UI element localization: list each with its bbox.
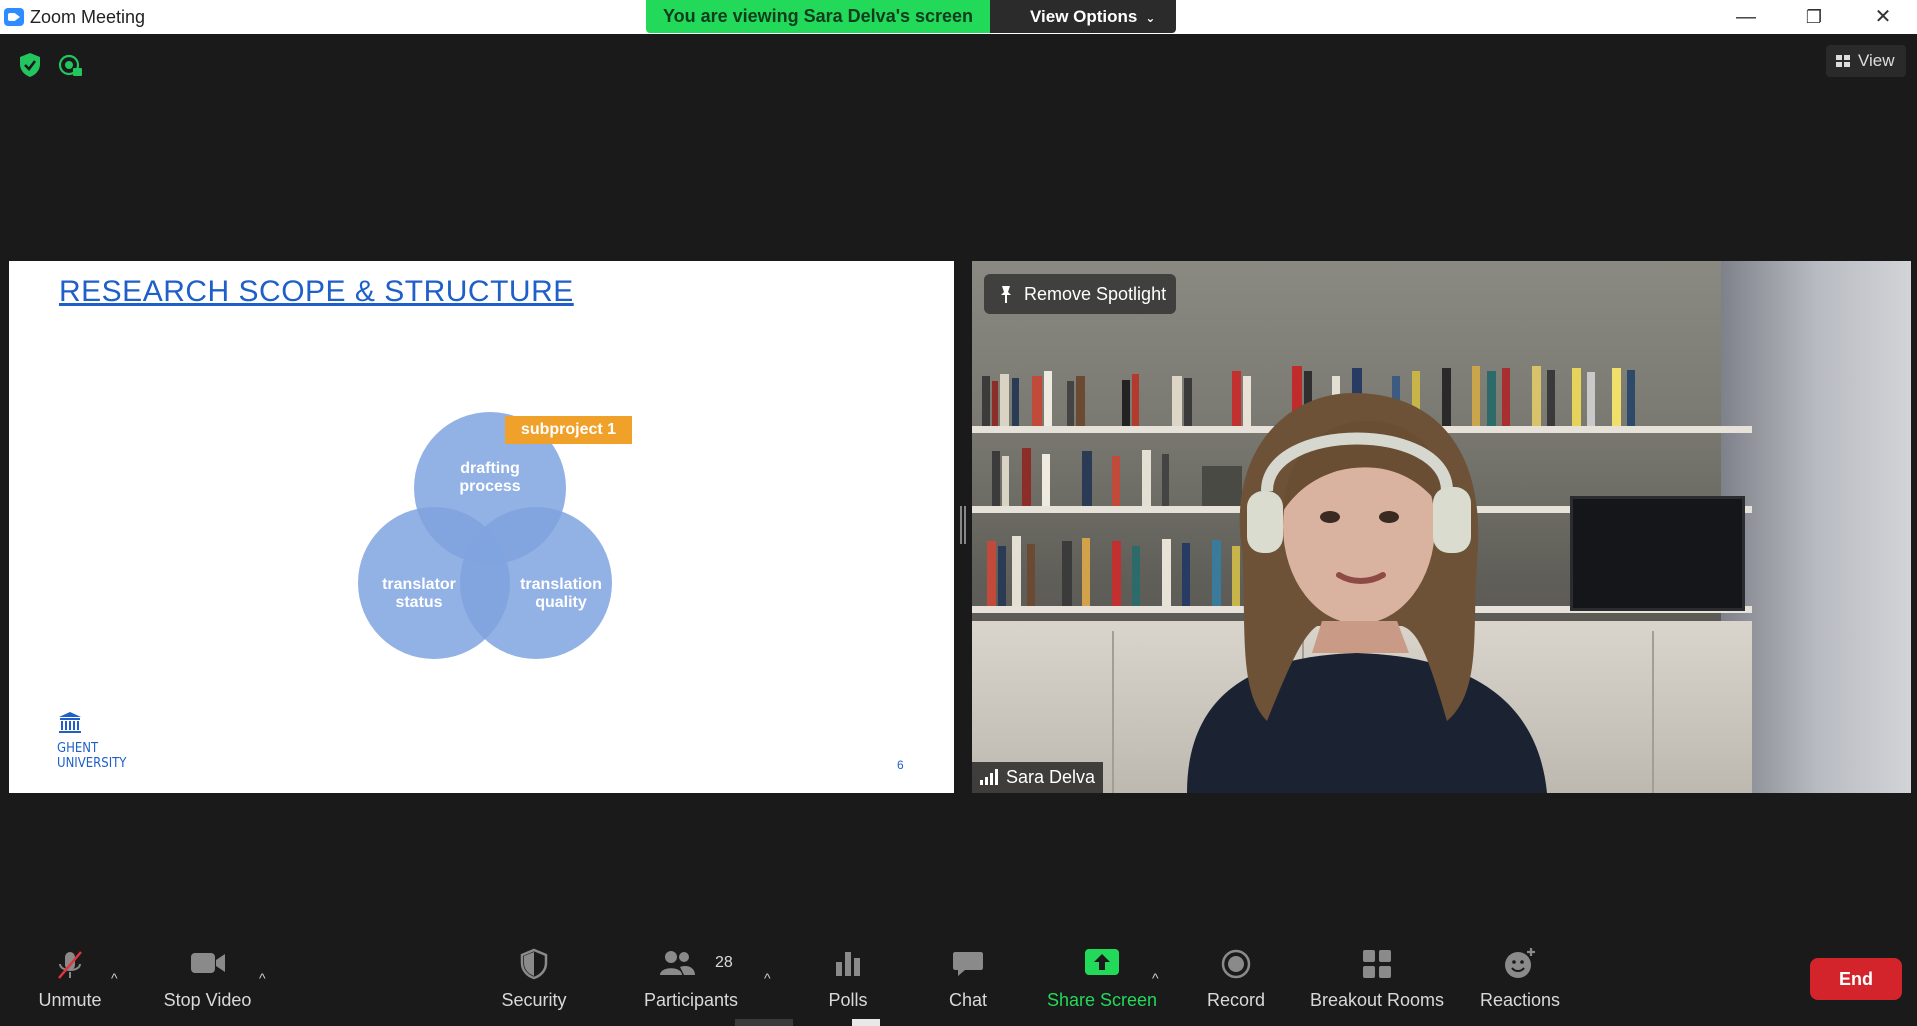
window-title: Zoom Meeting xyxy=(30,7,146,27)
shield-icon xyxy=(520,948,548,980)
venn-label-3a: translation xyxy=(520,576,602,593)
restore-button[interactable]: ❐ xyxy=(1780,0,1848,34)
record-icon xyxy=(1221,949,1251,979)
participants-count: 28 xyxy=(715,954,733,971)
audio-options-caret[interactable]: ^ xyxy=(111,970,118,986)
participants-label: Participants xyxy=(643,990,739,1010)
view-button[interactable]: View xyxy=(1826,45,1906,77)
video-camera-icon xyxy=(190,953,225,973)
record-label: Record xyxy=(1206,990,1266,1010)
toolbar-scroll-indicator[interactable] xyxy=(852,1019,880,1026)
breakout-rooms-button[interactable]: Breakout Rooms xyxy=(1302,928,1452,1026)
polls-icon xyxy=(836,952,860,976)
view-options-label: View Options xyxy=(1030,7,1138,26)
share-options-caret[interactable]: ^ xyxy=(1152,970,1159,986)
unmute-label: Unmute xyxy=(38,990,102,1010)
participant-nameplate: Sara Delva xyxy=(972,762,1104,793)
share-screen-button[interactable]: Share Screen xyxy=(1040,928,1164,1026)
remove-spotlight-label: Remove Spotlight xyxy=(1024,284,1167,304)
view-options-button[interactable]: View Options ⌄ xyxy=(990,0,1176,33)
venn-label-1b: process xyxy=(459,478,520,495)
university-logo-text: GHENT UNIVERSITY xyxy=(57,741,126,771)
end-meeting-button[interactable]: End xyxy=(1810,958,1902,1000)
screen-share-banner: You are viewing Sara Delva's screen View… xyxy=(646,0,1176,33)
participant-video[interactable] xyxy=(972,261,1911,793)
subproject-tag: subproject 1 xyxy=(505,416,632,444)
share-screen-icon xyxy=(1085,949,1119,975)
chevron-down-icon: ⌄ xyxy=(1145,11,1156,25)
security-label: Security xyxy=(501,990,567,1010)
polls-button[interactable]: Polls xyxy=(808,928,888,1026)
breakout-rooms-icon xyxy=(1363,950,1391,978)
participants-options-caret[interactable]: ^ xyxy=(764,970,771,986)
polls-label: Polls xyxy=(828,990,868,1010)
signal-bars-icon xyxy=(980,769,998,785)
viewing-screen-label: You are viewing Sara Delva's screen xyxy=(646,0,990,33)
logo-line-1: GHENT xyxy=(57,741,99,756)
microphone-muted-icon xyxy=(58,951,82,979)
participant-name: Sara Delva xyxy=(1006,767,1096,787)
security-button[interactable]: Security xyxy=(490,928,578,1026)
zoom-window: Zoom Meeting — ❐ ✕ You are viewing Sara … xyxy=(0,0,1917,1026)
video-tv xyxy=(1570,496,1745,611)
stop-video-label: Stop Video xyxy=(163,990,252,1010)
participants-icon xyxy=(660,951,695,975)
cabinet-divider xyxy=(1112,631,1114,793)
shared-screen-slide: RESEARCH SCOPE & STRUCTURE drafting proc… xyxy=(9,261,954,793)
shield-check-icon[interactable] xyxy=(18,52,42,78)
logo-line-2: UNIVERSITY xyxy=(57,756,127,771)
stop-video-button[interactable]: Stop Video xyxy=(150,928,265,1026)
reactions-button[interactable]: Reactions xyxy=(1470,928,1570,1026)
minimize-button[interactable]: — xyxy=(1712,0,1780,34)
participants-button[interactable]: 28 Participants xyxy=(635,928,747,1026)
zoom-app-icon xyxy=(4,8,24,26)
reactions-icon xyxy=(1505,948,1535,978)
chat-icon xyxy=(953,952,983,976)
chat-button[interactable]: Chat xyxy=(928,928,1008,1026)
cabinet-divider xyxy=(1652,631,1654,793)
participant-person xyxy=(1187,392,1547,793)
reactions-label: Reactions xyxy=(1479,990,1561,1010)
slide-title: RESEARCH SCOPE & STRUCTURE xyxy=(59,275,574,308)
record-button[interactable]: Record xyxy=(1196,928,1276,1026)
close-button[interactable]: ✕ xyxy=(1849,0,1917,34)
toolbar-scroll-track[interactable] xyxy=(735,1019,793,1026)
venn-label-2b: status xyxy=(395,594,442,611)
venn-label-1a: drafting xyxy=(460,460,520,477)
venn-label-3b: quality xyxy=(535,594,587,611)
unmute-button[interactable]: Unmute xyxy=(20,928,120,1026)
view-label: View xyxy=(1858,51,1895,70)
venn-label-2a: translator xyxy=(382,576,456,593)
panel-splitter-handle[interactable] xyxy=(960,506,966,544)
share-screen-label: Share Screen xyxy=(1046,990,1158,1010)
university-building-icon xyxy=(59,712,81,733)
breakout-rooms-label: Breakout Rooms xyxy=(1309,990,1445,1010)
slide-page-number: 6 xyxy=(897,758,904,772)
remove-spotlight-button[interactable]: Remove Spotlight xyxy=(984,274,1177,314)
meeting-toolbar: Unmute ^ Stop Video ^ Security 28 Partic… xyxy=(0,928,1917,1026)
venn-diagram: drafting process translator status trans… xyxy=(358,412,612,659)
video-options-caret[interactable]: ^ xyxy=(259,970,266,986)
grid-view-icon xyxy=(1836,55,1850,67)
recording-icon[interactable] xyxy=(58,54,84,78)
pin-icon xyxy=(1001,286,1011,303)
chat-label: Chat xyxy=(948,990,988,1010)
